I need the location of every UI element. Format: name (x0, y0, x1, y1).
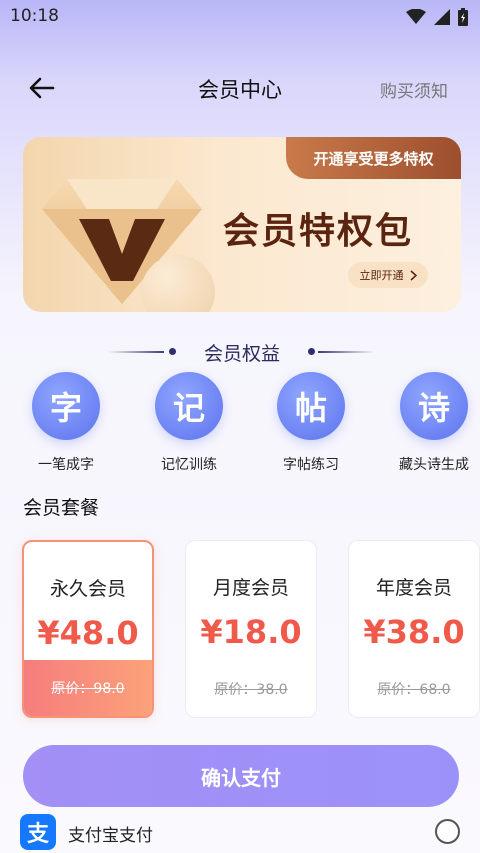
wifi-icon (406, 9, 426, 24)
benefit-icon: 字 (32, 372, 100, 440)
benefits-list: 字 一笔成字 记 记忆训练 帖 字帖练习 诗 藏头诗生成 (0, 372, 480, 477)
dot-right (308, 348, 315, 355)
open-now-label: 立即开通 (359, 269, 404, 282)
plan-original-price: 原价：68.0 (377, 682, 451, 698)
benefit-icon: 诗 (400, 372, 468, 440)
payment-radio[interactable] (435, 819, 460, 844)
plan-name: 永久会员 (49, 578, 126, 600)
signal-icon (434, 9, 450, 25)
open-now-button[interactable]: 立即开通 (348, 262, 428, 288)
status-icons (406, 8, 468, 26)
plan-name: 年度会员 (375, 577, 452, 599)
benefit-label: 记忆训练 (161, 457, 217, 473)
benefit-item-memory[interactable]: 记 记忆训练 (134, 372, 244, 474)
plans-title: 会员套餐 (23, 497, 100, 519)
purchase-notes-link[interactable]: 购买须知 (380, 77, 448, 102)
plan-original-price: 原价：98.0 (24, 660, 152, 716)
payment-method-alipay[interactable]: 支 支付宝支付 (20, 812, 460, 850)
banner-tag: 开通享受更多特权 (286, 137, 461, 179)
benefits-heading: 会员权益 (0, 338, 480, 366)
plan-price: ¥18.0 (200, 613, 302, 651)
benefit-icon: 帖 (277, 372, 345, 440)
benefits-title: 会员权益 (203, 343, 280, 365)
banner-title: 会员特权包 (223, 211, 414, 252)
vip-banner[interactable]: 开通享受更多特权 会员特权包 立即开通 (23, 137, 461, 312)
plan-card-lifetime[interactable]: 永久会员 ¥48.0 原价：98.0 (22, 540, 154, 718)
status-time: 10:18 (10, 6, 59, 26)
nav-bar: 会员中心 购买须知 (0, 68, 480, 108)
chevron-right-icon (409, 269, 417, 281)
benefit-item-one-stroke[interactable]: 字 一笔成字 (11, 372, 121, 474)
plan-card-monthly[interactable]: 月度会员 ¥18.0 原价：38.0 (185, 540, 317, 718)
benefit-item-copybook[interactable]: 帖 字帖练习 (256, 372, 366, 474)
divider-right (318, 351, 374, 353)
benefit-item-acrostic[interactable]: 诗 藏头诗生成 (379, 372, 480, 474)
battery-icon (458, 8, 468, 26)
benefit-label: 藏头诗生成 (399, 457, 469, 473)
plan-price: ¥48.0 (37, 614, 139, 652)
plan-card-yearly[interactable]: 年度会员 ¥38.0 原价：68.0 (348, 540, 480, 718)
plan-original-price: 原价：38.0 (214, 682, 288, 698)
plan-price: ¥38.0 (363, 613, 465, 651)
alipay-icon: 支 (20, 814, 56, 850)
benefit-label: 一笔成字 (38, 457, 94, 473)
plan-name: 月度会员 (212, 577, 289, 599)
payment-method-label: 支付宝支付 (68, 826, 153, 846)
status-bar: 10:18 (0, 0, 480, 34)
confirm-pay-button[interactable]: 确认支付 (23, 745, 459, 807)
benefit-icon: 记 (155, 372, 223, 440)
benefit-label: 字帖练习 (283, 457, 339, 473)
